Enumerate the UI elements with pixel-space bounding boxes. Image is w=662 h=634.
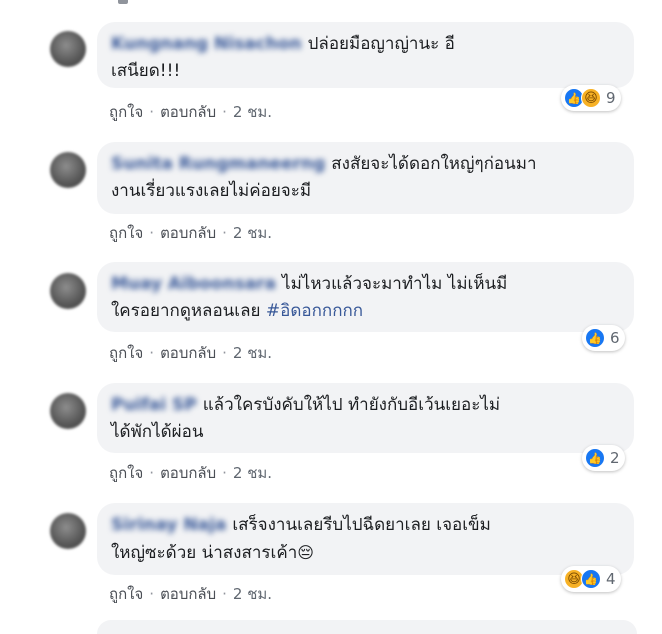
comment-text-line2: ใหญ่ซะด้วย น่าสงสารเค้า	[111, 543, 298, 563]
comment-bubble: Kungnang Nisachon ปล่อยมือญาญ่านะ อี เสนี…	[97, 22, 634, 88]
avatar[interactable]	[50, 393, 86, 429]
previous-comment-edge	[0, 0, 662, 10]
separator-dot: ·	[149, 344, 155, 362]
haha-icon: 😆	[581, 88, 601, 108]
timestamp[interactable]: 2 ชม.	[233, 344, 272, 362]
avatar[interactable]	[50, 273, 86, 309]
separator-dot: ·	[222, 344, 227, 362]
next-comment-edge	[97, 620, 637, 634]
separator-dot: ·	[222, 585, 227, 603]
reply-link[interactable]: ตอบกลับ	[160, 344, 216, 362]
comment-text-line2: ได้พักได้ผ่อน	[111, 422, 204, 442]
like-icon: 👍	[585, 448, 605, 468]
separator-dot: ·	[149, 585, 155, 603]
timestamp[interactable]: 2 ชม.	[233, 585, 272, 603]
reply-link[interactable]: ตอบกลับ	[160, 464, 216, 482]
comment-text-line1: ไม่ไหวแล้วจะมาทำไม ไม่เห็นมี	[282, 274, 508, 294]
pensive-emoji: 😔	[297, 543, 314, 562]
comment-author[interactable]: Muay Aiboonsara	[111, 274, 276, 294]
reaction-count: 2	[610, 449, 620, 467]
reaction-count: 4	[606, 570, 616, 588]
reaction-summary[interactable]: 👍 😆 9	[561, 85, 621, 111]
reply-link[interactable]: ตอบกลับ	[160, 224, 216, 242]
separator-dot: ·	[222, 464, 227, 482]
comment-text-line2: ใครอยากดูหลอนเลย	[111, 301, 261, 321]
like-link[interactable]: ถูกใจ	[109, 224, 143, 242]
separator-dot: ·	[149, 224, 155, 242]
reply-link[interactable]: ตอบกลับ	[160, 103, 216, 121]
comment-text-line1: แล้วใครบังคับให้ไป ทำยังกับอีเว้นเยอะไม่	[202, 395, 501, 415]
comment-actions: ถูกใจ · ตอบกลับ · 2 ชม.	[109, 221, 272, 245]
reaction-count: 9	[606, 89, 616, 107]
avatar[interactable]	[50, 513, 86, 549]
like-link[interactable]: ถูกใจ	[109, 585, 143, 603]
comment-actions: ถูกใจ · ตอบกลับ · 2 ชม.	[109, 341, 272, 365]
timestamp[interactable]: 2 ชม.	[233, 103, 272, 121]
reply-link[interactable]: ตอบกลับ	[160, 585, 216, 603]
comment-actions: ถูกใจ · ตอบกลับ · 2 ชม.	[109, 100, 272, 124]
separator-dot: ·	[149, 464, 155, 482]
comment-author[interactable]: Puifai SP	[111, 395, 197, 415]
comment-bubble: Sunita Rungmaneerng สงสัยจะได้ดอกใหญ่ๆก่อ…	[97, 142, 634, 214]
reaction-summary[interactable]: 👍 2	[582, 445, 625, 471]
reaction-summary[interactable]: 👍 6	[582, 325, 625, 351]
like-icon: 👍	[581, 569, 601, 589]
comment-text-line1: สงสัยจะได้ดอกใหญ่ๆก่อนมา	[331, 154, 537, 174]
reaction-count: 6	[610, 329, 620, 347]
separator-dot: ·	[222, 103, 227, 121]
comment-actions: ถูกใจ · ตอบกลับ · 2 ชม.	[109, 582, 272, 606]
comment-bubble: Puifai SP แล้วใครบังคับให้ไป ทำยังกับอีเว…	[97, 383, 634, 453]
avatar[interactable]	[50, 152, 86, 188]
comment-text-line1: ปล่อยมือญาญ่านะ อี	[307, 34, 455, 54]
separator-dot: ·	[149, 103, 155, 121]
timestamp[interactable]: 2 ชม.	[233, 224, 272, 242]
timestamp[interactable]: 2 ชม.	[233, 464, 272, 482]
like-link[interactable]: ถูกใจ	[109, 103, 143, 121]
hashtag-link[interactable]: #อิดอกกกกก	[266, 301, 363, 321]
comment-bubble: Muay Aiboonsara ไม่ไหวแล้วจะมาทำไม ไม่เห็…	[97, 262, 634, 332]
like-icon: 👍	[585, 328, 605, 348]
reaction-summary[interactable]: 😆 👍 4	[561, 566, 621, 592]
like-link[interactable]: ถูกใจ	[109, 464, 143, 482]
comment-text-line2: งานเรี่ยวแรงเลยไม่ค่อยจะมี	[111, 181, 312, 201]
comment-author[interactable]: Kungnang Nisachon	[111, 34, 302, 54]
comment-author[interactable]: Sirinay Naja	[111, 515, 226, 535]
comment-bubble: Sirinay Naja เสร็จงานเลยรีบไปฉีดยาเลย เจอ…	[97, 503, 634, 575]
separator-dot: ·	[222, 224, 227, 242]
comment-author[interactable]: Sunita Rungmaneerng	[111, 154, 325, 174]
like-link[interactable]: ถูกใจ	[109, 344, 143, 362]
avatar[interactable]	[50, 31, 86, 67]
comment-text-line2: เสนียด!!!	[111, 61, 181, 81]
comment-actions: ถูกใจ · ตอบกลับ · 2 ชม.	[109, 461, 272, 485]
comment-text-line1: เสร็จงานเลยรีบไปฉีดยาเลย เจอเข็ม	[232, 515, 491, 535]
